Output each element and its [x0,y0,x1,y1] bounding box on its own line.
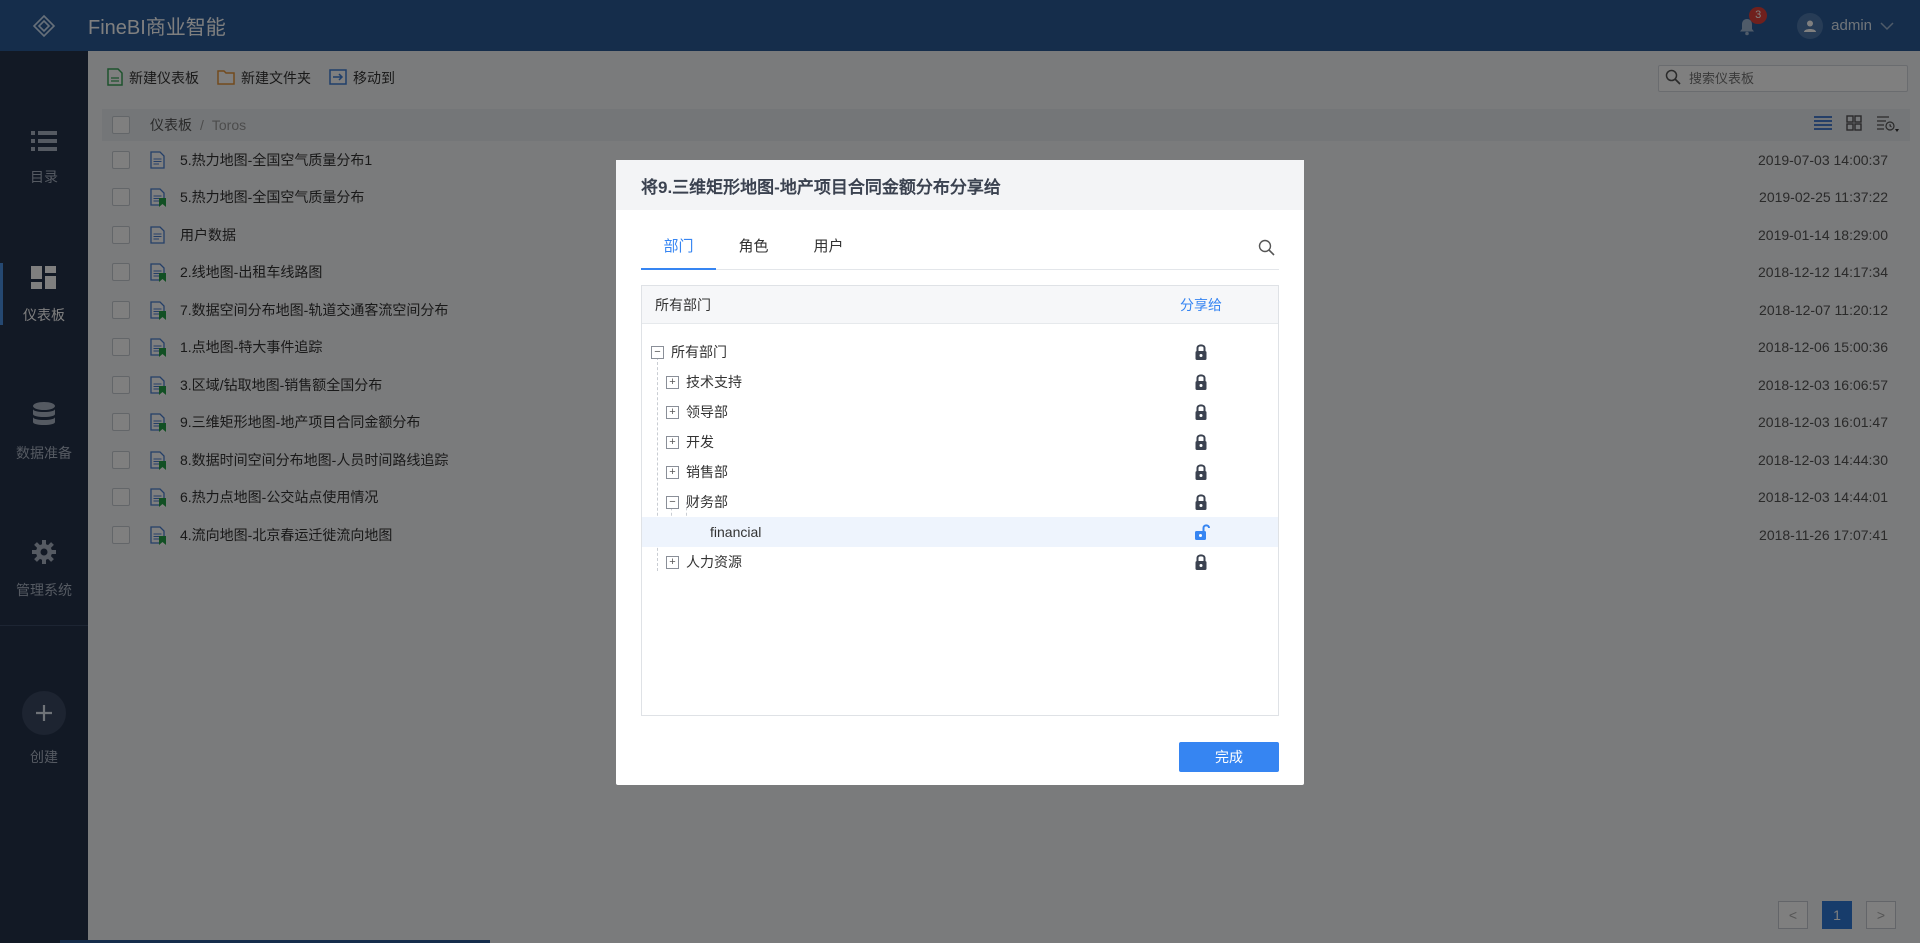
expand-toggle-icon[interactable]: + [666,405,679,419]
tree-header-name: 所有部门 [655,296,711,313]
tree-node[interactable]: − 财务部 [642,487,1278,517]
expand-toggle-icon[interactable]: + [666,435,679,449]
lock-icon[interactable] [1194,463,1208,484]
lock-icon[interactable] [1194,403,1208,424]
dialog-tabs: 部门 角色 用户 [641,230,1279,270]
tree-node-label[interactable]: 技术支持 [686,372,742,392]
tab-department[interactable]: 部门 [641,230,716,270]
tree-node-label[interactable]: financial [710,524,761,540]
tree-node[interactable]: + 销售部 [642,457,1278,487]
tree-node-label[interactable]: 人力资源 [686,552,742,572]
done-button[interactable]: 完成 [1179,742,1279,772]
department-tree-panel: 所有部门 分享给 − 所有部门 + 技术支持 + 领导部 + 开发 + 销售部 − 财务部 financ… [641,285,1279,716]
tree-node-label[interactable]: 开发 [686,432,714,452]
tree-node[interactable]: + 技术支持 [642,367,1278,397]
tree-node-label[interactable]: 财务部 [686,492,728,512]
tree-node[interactable]: financial [642,517,1278,547]
tree-header-share: 分享给 [1180,296,1222,313]
tree-node[interactable]: − 所有部门 [642,337,1278,367]
lock-icon[interactable] [1194,493,1208,514]
tab-user[interactable]: 用户 [791,230,866,269]
tree-node[interactable]: + 人力资源 [642,547,1278,577]
tab-role[interactable]: 角色 [716,230,791,269]
lock-icon[interactable] [1194,553,1208,574]
expand-toggle-icon[interactable]: + [666,555,679,569]
unlock-icon[interactable] [1194,523,1210,544]
dialog-title: 将9.三维矩形地图-地产项目合同金额分布分享给 [616,160,1304,210]
tree-node-label[interactable]: 销售部 [686,462,728,482]
lock-icon[interactable] [1194,433,1208,454]
expand-toggle-icon[interactable]: + [666,375,679,389]
tree-node[interactable]: + 开发 [642,427,1278,457]
tree-node-label[interactable]: 所有部门 [671,342,727,362]
tree-node-label[interactable]: 领导部 [686,402,728,422]
lock-icon[interactable] [1194,373,1208,394]
tree-node[interactable]: + 领导部 [642,397,1278,427]
expand-toggle-icon[interactable]: + [666,465,679,479]
collapse-toggle-icon[interactable]: − [666,495,679,509]
collapse-toggle-icon[interactable]: − [651,345,664,359]
share-dialog: 将9.三维矩形地图-地产项目合同金额分布分享给 部门 角色 用户 所有部门 分享… [616,160,1304,785]
search-icon[interactable] [1258,239,1275,259]
lock-icon[interactable] [1194,343,1208,364]
tree-header: 所有部门 分享给 [642,286,1278,324]
